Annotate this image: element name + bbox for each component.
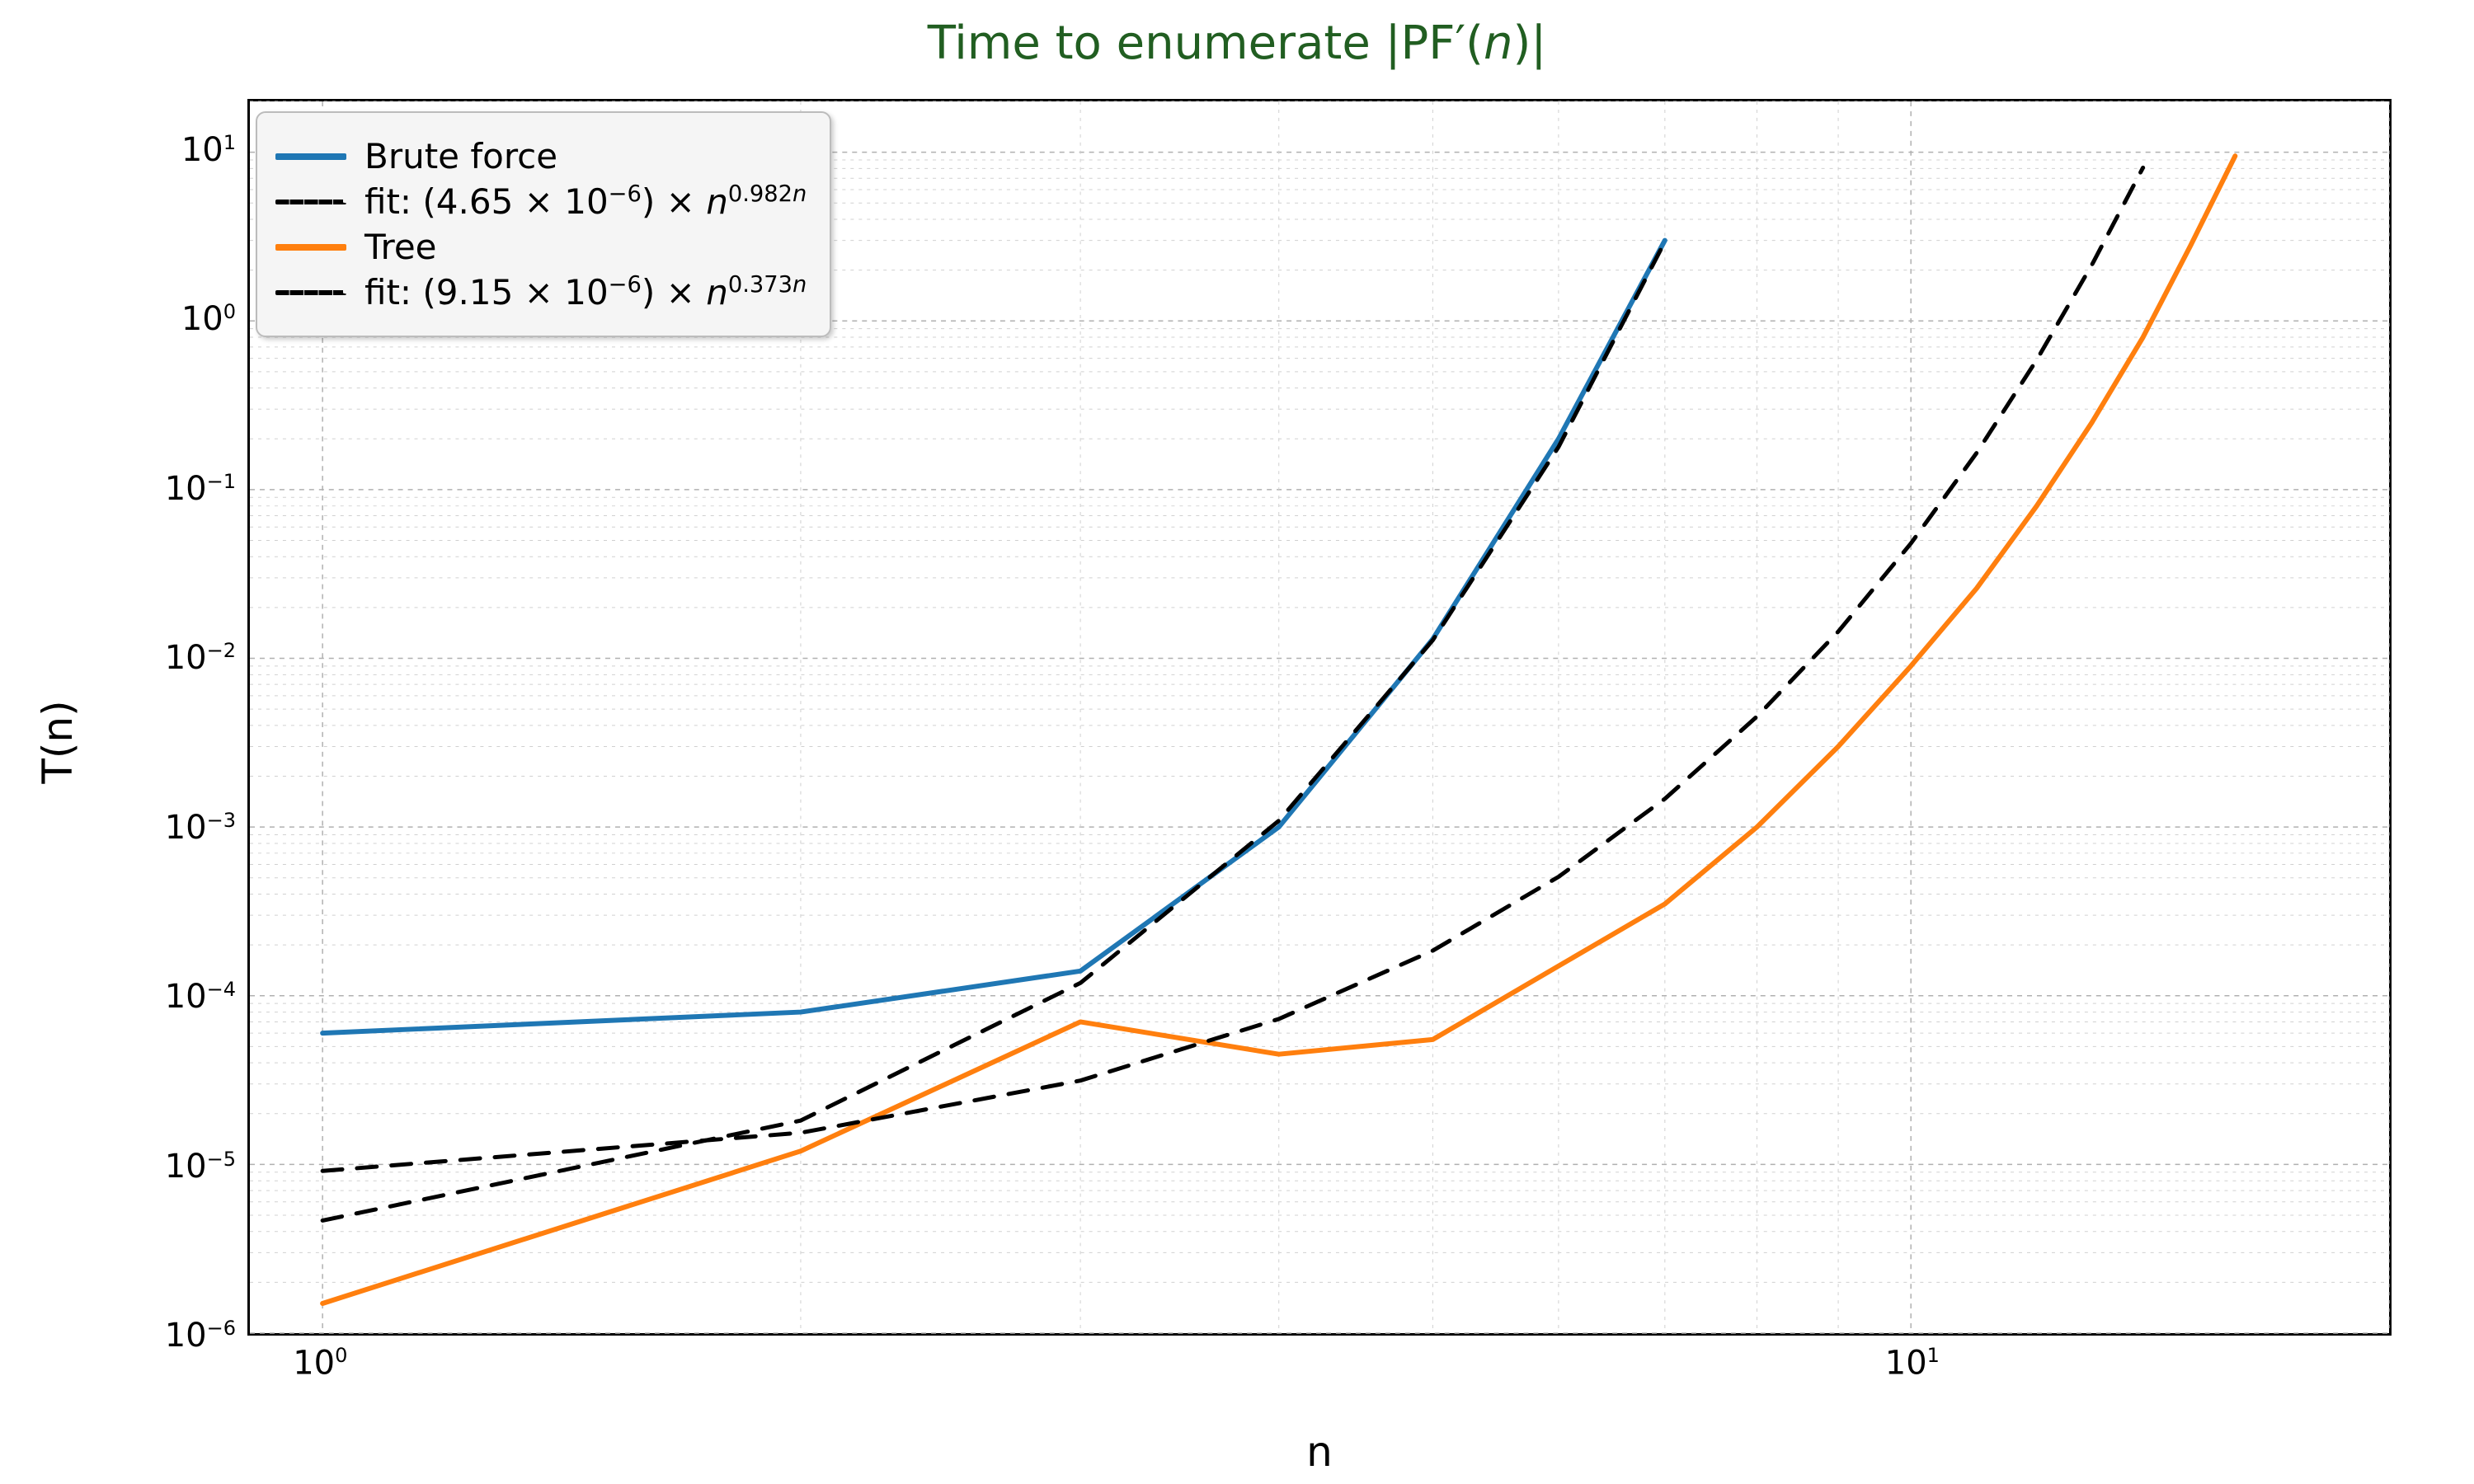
legend-label-brute: Brute force bbox=[365, 136, 557, 176]
legend-entry-fit-tree: fit: (9.15 × 10−6) × n0.373n bbox=[275, 272, 807, 312]
legend-swatch-tree bbox=[275, 244, 346, 251]
xtick-1e1: 101 bbox=[1885, 1344, 1940, 1382]
legend-entry-fit-brute: fit: (4.65 × 10−6) × n0.982n bbox=[275, 181, 807, 222]
xtick-1e0: 100 bbox=[293, 1344, 347, 1382]
ytick-1e-6: 10−6 bbox=[165, 1317, 236, 1355]
ytick-1e-4: 10−4 bbox=[165, 978, 236, 1016]
legend: Brute force fit: (4.65 × 10−6) × n0.982n… bbox=[256, 111, 831, 337]
chart-title: Time to enumerate |PF′(n)| bbox=[0, 16, 2474, 70]
legend-swatch-fit2 bbox=[275, 290, 346, 295]
legend-entry-tree: Tree bbox=[275, 227, 807, 267]
ytick-1e-3: 10−3 bbox=[165, 808, 236, 846]
ytick-1e-1: 10−1 bbox=[165, 470, 236, 508]
y-axis-label: T(n) bbox=[34, 700, 82, 783]
series-0 bbox=[322, 241, 1665, 1034]
chart-container: Time to enumerate |PF′(n)| T(n) n 10−6 10… bbox=[0, 0, 2474, 1484]
series-1 bbox=[322, 242, 1665, 1220]
legend-label-tree: Tree bbox=[365, 227, 437, 267]
legend-label-fit2: fit: (9.15 × 10−6) × n0.373n bbox=[365, 272, 807, 312]
ytick-1e-2: 10−2 bbox=[165, 639, 236, 677]
legend-swatch-brute bbox=[275, 153, 346, 160]
ytick-1e1: 101 bbox=[181, 131, 236, 169]
legend-label-fit1: fit: (4.65 × 10−6) × n0.982n bbox=[365, 181, 807, 222]
ytick-1e0: 100 bbox=[181, 300, 236, 338]
ytick-1e-5: 10−5 bbox=[165, 1147, 236, 1185]
x-axis-label: n bbox=[247, 1428, 2392, 1476]
legend-entry-brute-force: Brute force bbox=[275, 136, 807, 176]
legend-swatch-fit1 bbox=[275, 200, 346, 204]
